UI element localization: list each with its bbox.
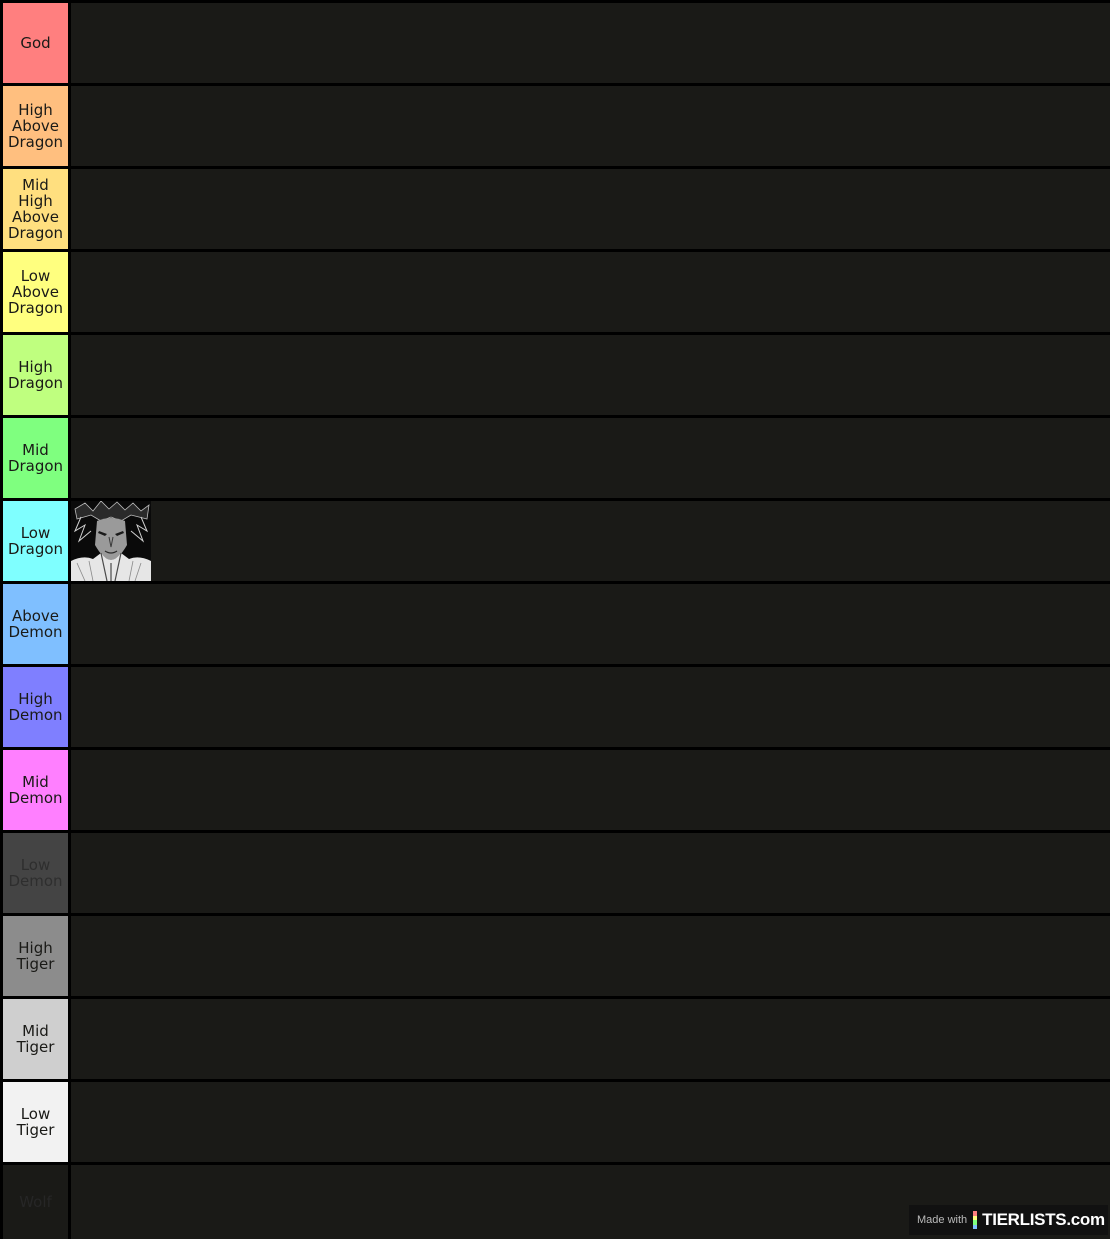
tier-row-low-demon: Low Demon: [0, 833, 1110, 913]
tier-label-high-tiger[interactable]: High Tiger: [3, 916, 68, 996]
character-portrait[interactable]: [71, 501, 151, 581]
tier-label-high-above-dragon[interactable]: High Above Dragon: [3, 86, 68, 166]
tier-row-high-above-dragon: High Above Dragon: [0, 86, 1110, 166]
tier-row-wolf: Wolf Made with TIERLISTS.com: [0, 1165, 1110, 1239]
tier-items-mid-dragon[interactable]: [71, 418, 1110, 498]
tier-label-high-dragon[interactable]: High Dragon: [3, 335, 68, 415]
tier-list: God High Above Dragon Mid High Above Dra…: [0, 0, 1110, 1239]
tier-label-low-tiger[interactable]: Low Tiger: [3, 1082, 68, 1162]
tier-label-mid-tiger[interactable]: Mid Tiger: [3, 999, 68, 1079]
tier-items-mid-high-above-dragon[interactable]: [71, 169, 1110, 249]
tier-row-low-above-dragon: Low Above Dragon: [0, 252, 1110, 332]
tier-row-high-dragon: High Dragon: [0, 335, 1110, 415]
tier-row-god: God: [0, 3, 1110, 83]
tier-items-low-tiger[interactable]: [71, 1082, 1110, 1162]
tier-items-god[interactable]: [71, 3, 1110, 83]
tier-label-mid-demon[interactable]: Mid Demon: [3, 750, 68, 830]
tier-items-mid-demon[interactable]: [71, 750, 1110, 830]
tier-label-low-above-dragon[interactable]: Low Above Dragon: [3, 252, 68, 332]
tier-label-god[interactable]: God: [3, 3, 68, 83]
tier-row-mid-demon: Mid Demon: [0, 750, 1110, 830]
tier-label-mid-high-above-dragon[interactable]: Mid High Above Dragon: [3, 169, 68, 249]
tier-row-high-tiger: High Tiger: [0, 916, 1110, 996]
tier-items-above-demon[interactable]: [71, 584, 1110, 664]
tier-items-wolf[interactable]: Made with TIERLISTS.com: [71, 1165, 1110, 1239]
tier-label-above-demon[interactable]: Above Demon: [3, 584, 68, 664]
tierlists-logo-icon: [973, 1211, 978, 1229]
tier-row-mid-high-above-dragon: Mid High Above Dragon: [0, 169, 1110, 249]
tier-label-high-demon[interactable]: High Demon: [3, 667, 68, 747]
watermark-brand: TIERLISTS.com: [982, 1210, 1105, 1229]
tier-row-low-tiger: Low Tiger: [0, 1082, 1110, 1162]
tier-items-high-dragon[interactable]: [71, 335, 1110, 415]
tier-row-high-demon: High Demon: [0, 667, 1110, 747]
tier-items-high-demon[interactable]: [71, 667, 1110, 747]
tier-label-low-dragon[interactable]: Low Dragon: [3, 501, 68, 581]
tier-row-above-demon: Above Demon: [0, 584, 1110, 664]
tier-label-wolf[interactable]: Wolf: [3, 1165, 68, 1239]
tier-items-high-above-dragon[interactable]: [71, 86, 1110, 166]
watermark-prefix: Made with: [917, 1214, 968, 1226]
tier-label-mid-dragon[interactable]: Mid Dragon: [3, 418, 68, 498]
tier-label-low-demon[interactable]: Low Demon: [3, 833, 68, 913]
tier-items-mid-tiger[interactable]: [71, 999, 1110, 1079]
tier-row-low-dragon: Low Dragon: [0, 501, 1110, 581]
tier-items-low-demon[interactable]: [71, 833, 1110, 913]
tier-row-mid-dragon: Mid Dragon: [0, 418, 1110, 498]
tier-items-high-tiger[interactable]: [71, 916, 1110, 996]
tier-items-low-above-dragon[interactable]: [71, 252, 1110, 332]
tier-row-mid-tiger: Mid Tiger: [0, 999, 1110, 1079]
tier-items-low-dragon[interactable]: [71, 501, 1110, 581]
tierlists-watermark[interactable]: Made with TIERLISTS.com: [909, 1205, 1108, 1235]
